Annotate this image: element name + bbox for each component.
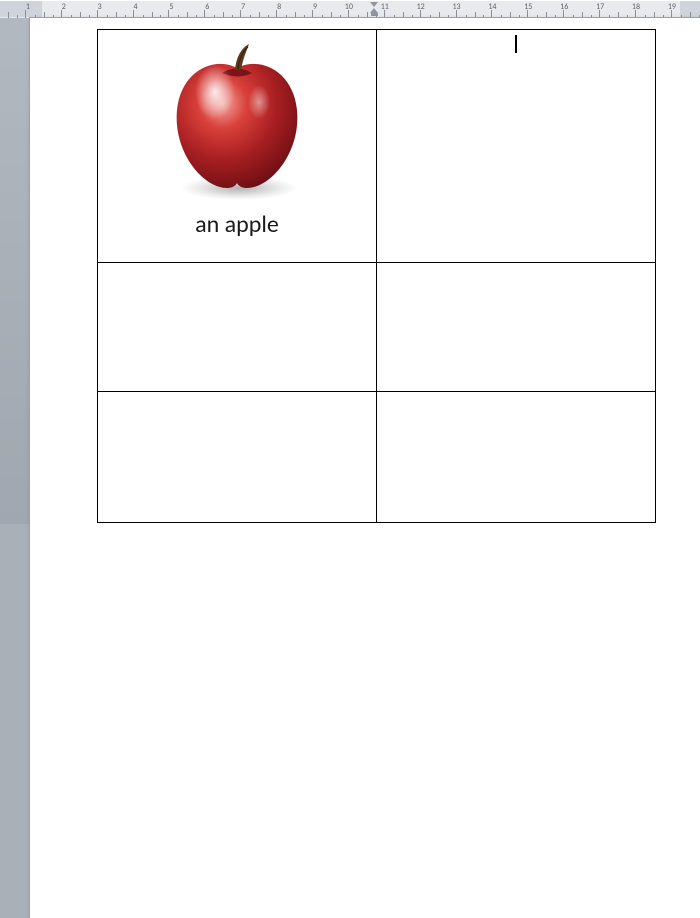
table-cell-r1c1[interactable]: an apple xyxy=(98,30,377,263)
ruler-ticks xyxy=(0,0,700,18)
table-cell-r3c2[interactable] xyxy=(377,392,656,523)
table-cell-r3c1[interactable] xyxy=(98,392,377,523)
document-page[interactable]: an apple xyxy=(30,18,700,918)
table-cell-r1c2[interactable] xyxy=(377,30,656,263)
text-cursor xyxy=(515,35,517,53)
horizontal-ruler[interactable] xyxy=(0,0,700,19)
workspace: an apple xyxy=(0,0,700,524)
document-table[interactable]: an apple xyxy=(97,29,656,523)
table-cell-r2c1[interactable] xyxy=(98,263,377,392)
table-cell-r2c2[interactable] xyxy=(377,263,656,392)
apple-illustration xyxy=(159,36,315,202)
cell-caption[interactable]: an apple xyxy=(195,210,279,239)
